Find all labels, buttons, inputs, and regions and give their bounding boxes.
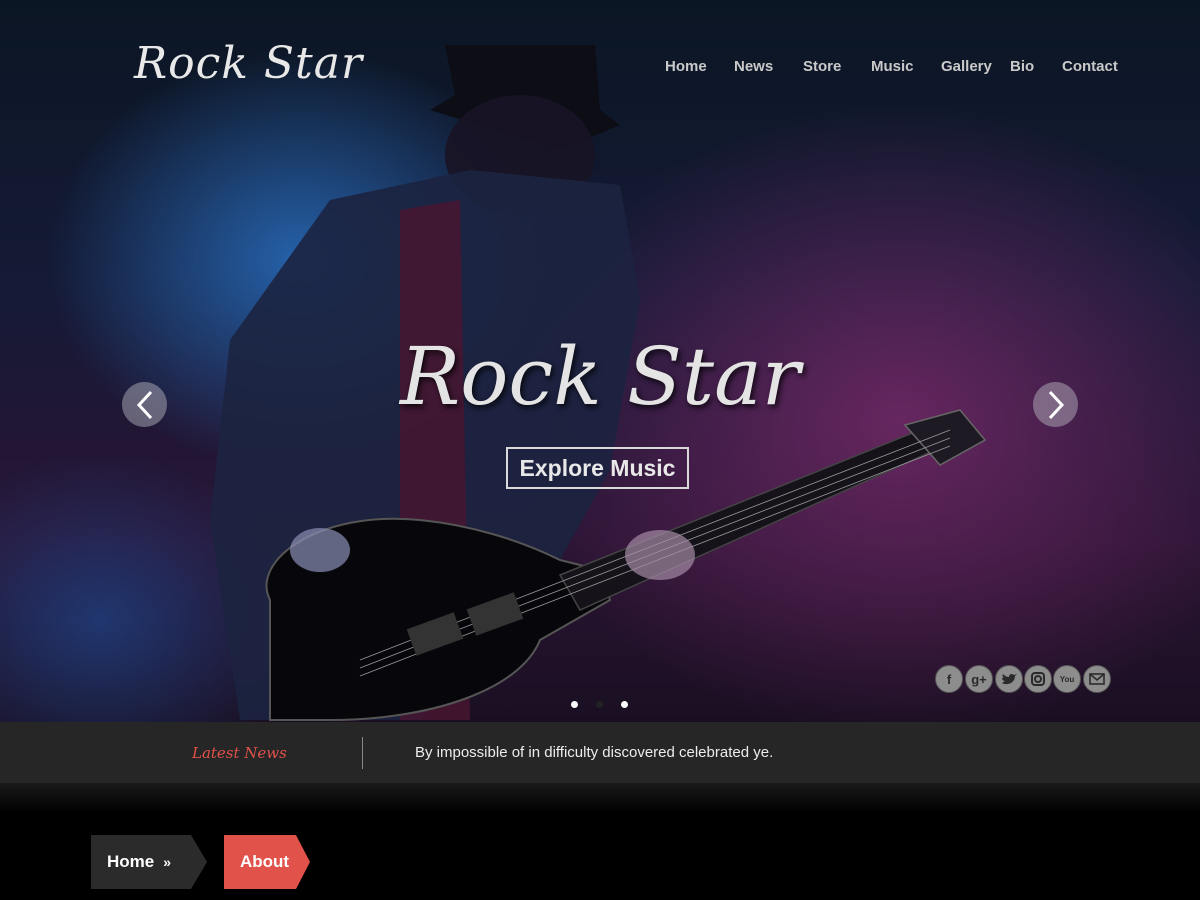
nav-gallery[interactable]: Gallery	[941, 58, 992, 75]
news-ticker: Latest News By impossible of in difficul…	[0, 722, 1200, 783]
news-ticker-text[interactable]: By impossible of in difficulty discovere…	[415, 744, 773, 761]
slider-dot-3[interactable]	[621, 701, 628, 708]
slider-dot-1[interactable]	[571, 701, 578, 708]
crowd-banner	[0, 783, 1200, 813]
breadcrumb-home[interactable]: Home »	[91, 835, 207, 889]
slider-prev-button[interactable]	[122, 382, 167, 427]
youtube-icon[interactable]: You	[1053, 665, 1081, 693]
slider-dots	[0, 701, 1200, 709]
nav-contact[interactable]: Contact	[1062, 58, 1118, 75]
nav-store[interactable]: Store	[803, 58, 841, 75]
chevron-right-icon	[1048, 390, 1064, 419]
google-plus-icon[interactable]: g+	[965, 665, 993, 693]
nav-music[interactable]: Music	[871, 58, 914, 75]
breadcrumb-current: About	[224, 835, 310, 889]
breadcrumb-home-label: Home	[107, 852, 155, 871]
slider-dot-2[interactable]	[596, 701, 603, 708]
main-nav: Home News Store Music Gallery Bio Contac…	[0, 58, 1200, 82]
news-ticker-label: Latest News	[192, 744, 287, 762]
hero-title: Rock Star	[400, 330, 800, 423]
email-icon[interactable]	[1083, 665, 1111, 693]
news-ticker-divider	[362, 737, 363, 769]
slider-next-button[interactable]	[1033, 382, 1078, 427]
twitter-icon[interactable]	[995, 665, 1023, 693]
chevron-left-icon	[136, 390, 152, 419]
nav-news[interactable]: News	[734, 58, 773, 75]
double-chevron-icon: »	[163, 854, 172, 870]
hero-slider: Rock Star Home News Store Music Gallery …	[0, 0, 1200, 722]
explore-music-button[interactable]: Explore Music	[506, 447, 689, 489]
nav-bio[interactable]: Bio	[1010, 58, 1034, 75]
instagram-icon[interactable]	[1024, 665, 1052, 693]
facebook-icon[interactable]: f	[935, 665, 963, 693]
nav-home[interactable]: Home	[665, 58, 707, 75]
